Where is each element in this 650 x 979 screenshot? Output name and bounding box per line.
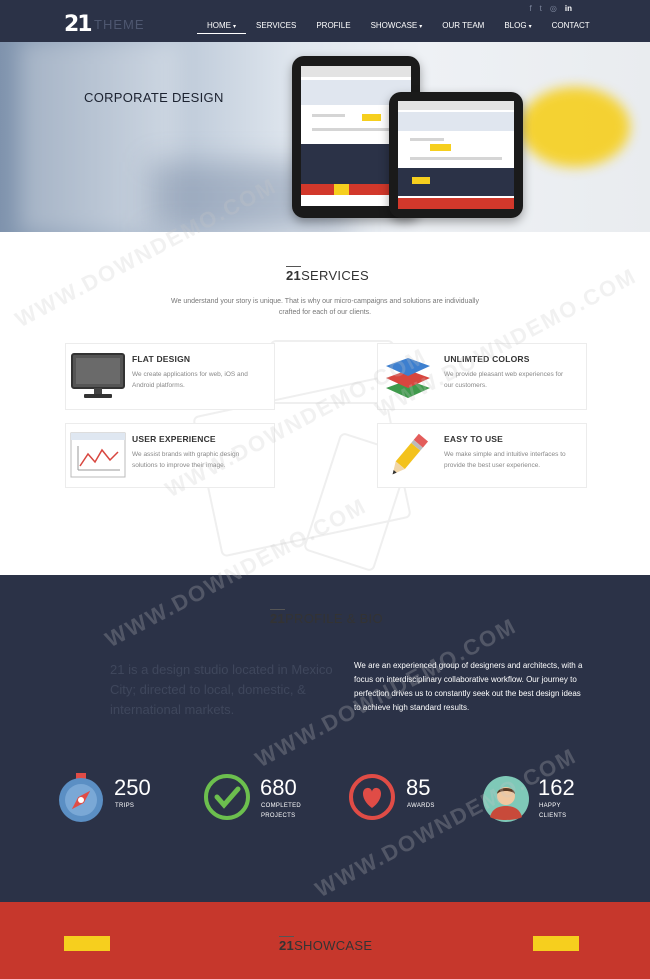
services-title: 21SERVICES (286, 266, 369, 283)
stat-awards-value: 85 (406, 775, 431, 800)
card-desc: We assist brands with graphic design sol… (132, 451, 240, 469)
stat-trips-value: 250 (114, 775, 151, 800)
card-desc: We make simple and intuitive interfaces … (444, 451, 566, 469)
nav-our-team[interactable]: OUR TEAM (432, 20, 494, 34)
monitor-icon (71, 353, 125, 398)
logo-word[interactable]: THEME (94, 17, 145, 33)
card-desc: We provide pleasant web experiences for … (444, 371, 564, 389)
nav-blog[interactable]: BLOG ▾ (494, 20, 541, 34)
nav-profile[interactable]: PROFILE (306, 20, 360, 34)
twitter-icon[interactable]: t (540, 4, 542, 14)
chart-window-icon (70, 432, 126, 478)
service-card-flat-design: FLAT DESIGN We create applications for w… (65, 343, 275, 410)
showcase-next-button[interactable] (533, 936, 579, 951)
checkmark-icon (204, 774, 250, 820)
profile-quote: 21 is a design studio located in Mexico … (110, 662, 333, 717)
services-intro: We understand your story is unique. That… (171, 298, 479, 316)
nav-contact[interactable]: CONTACT (542, 20, 600, 34)
social-links: f t ◎ in (529, 4, 572, 14)
hero-banner: CORPORATE DESIGN (0, 42, 650, 232)
profile-title: 21PROFILE & BIO (270, 609, 383, 626)
tablet-mockup-front (389, 92, 523, 218)
chevron-down-icon: ▾ (233, 24, 237, 30)
service-card-unlimited-colors: UNLIMTED COLORS We provide pleasant web … (377, 343, 587, 410)
avatar-icon (483, 776, 529, 822)
stat-projects-label: COMPLETED PROJECTS (261, 803, 302, 819)
heart-icon (349, 774, 395, 820)
nav-showcase[interactable]: SHOWCASE ▾ (361, 20, 433, 34)
card-title: UNLIMTED COLORS (444, 354, 530, 364)
pencil-icon (392, 433, 429, 475)
stat-trips-label: TRIPS (115, 803, 135, 809)
logo-mark[interactable]: 21 (64, 14, 93, 36)
instagram-icon[interactable]: ◎ (550, 4, 557, 14)
hero-title: CORPORATE DESIGN (84, 90, 224, 105)
nav-home[interactable]: HOME ▾ (197, 20, 247, 34)
stat-clients-value: 162 (538, 775, 575, 800)
stat-awards-label: AWARDS (407, 803, 435, 809)
card-title: EASY TO USE (444, 434, 504, 444)
card-title: USER EXPERIENCE (132, 434, 216, 444)
nav-services[interactable]: SERVICES (246, 20, 306, 34)
stat-projects-value: 680 (260, 775, 297, 800)
showcase-title: 21SHOWCASE (279, 936, 373, 953)
hero-yellow-chair (520, 87, 630, 167)
chevron-down-icon: ▾ (528, 24, 532, 30)
card-desc: We create applications for web, iOS and … (132, 371, 248, 389)
facebook-icon[interactable]: f (529, 4, 531, 14)
card-title: FLAT DESIGN (132, 354, 191, 364)
compass-icon (59, 773, 103, 822)
linkedin-icon[interactable]: in (565, 4, 572, 14)
chevron-down-icon: ▾ (419, 24, 423, 30)
stat-clients-label: HAPPY CLIENTS (539, 803, 567, 819)
showcase-prev-button[interactable] (64, 936, 110, 951)
main-menu: HOME ▾ SERVICES PROFILE SHOWCASE ▾ OUR TEA… (197, 20, 600, 34)
service-card-user-experience: USER EXPERIENCE We assist brands with gr… (65, 423, 275, 488)
layers-icon (386, 358, 430, 398)
service-card-easy-to-use: EASY TO USE We make simple and intuitive… (377, 423, 587, 488)
profile-bio: We are an experienced group of designers… (354, 661, 583, 712)
monitor-sketch (270, 340, 394, 404)
